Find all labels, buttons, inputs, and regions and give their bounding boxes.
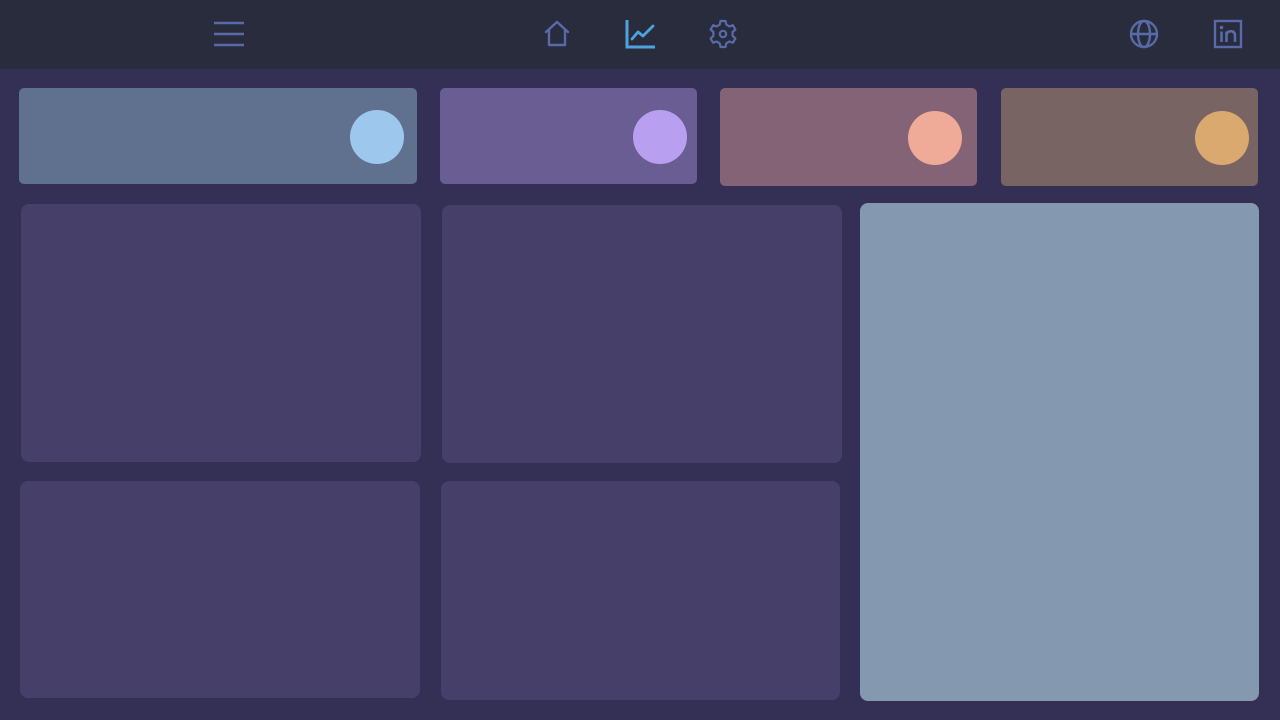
stat-card-1-indicator — [350, 110, 404, 164]
content-panel-top-middle — [442, 205, 842, 463]
top-navigation-bar — [0, 0, 1280, 69]
stat-card-3-indicator — [908, 111, 962, 165]
nav-settings-button[interactable] — [703, 14, 743, 54]
stat-card-4-indicator — [1195, 111, 1249, 165]
home-icon — [542, 19, 572, 49]
globe-icon — [1128, 18, 1160, 50]
linkedin-link[interactable] — [1208, 14, 1248, 54]
line-chart-icon — [624, 18, 656, 50]
stat-card-2[interactable] — [440, 88, 697, 184]
stat-card-1[interactable] — [19, 88, 417, 184]
menu-button[interactable] — [209, 14, 249, 54]
nav-analytics-button[interactable] — [620, 14, 660, 54]
content-panel-bottom-left — [20, 481, 420, 698]
stat-card-4[interactable] — [1001, 88, 1258, 186]
side-panel — [860, 203, 1259, 701]
stat-card-2-indicator — [633, 110, 687, 164]
gear-icon — [707, 18, 739, 50]
content-panel-top-left — [21, 204, 421, 462]
website-link[interactable] — [1124, 14, 1164, 54]
stat-card-3[interactable] — [720, 88, 977, 186]
content-panel-bottom-middle — [441, 481, 840, 700]
menu-icon — [213, 19, 245, 49]
linkedin-icon — [1212, 18, 1244, 50]
nav-home-button[interactable] — [537, 14, 577, 54]
